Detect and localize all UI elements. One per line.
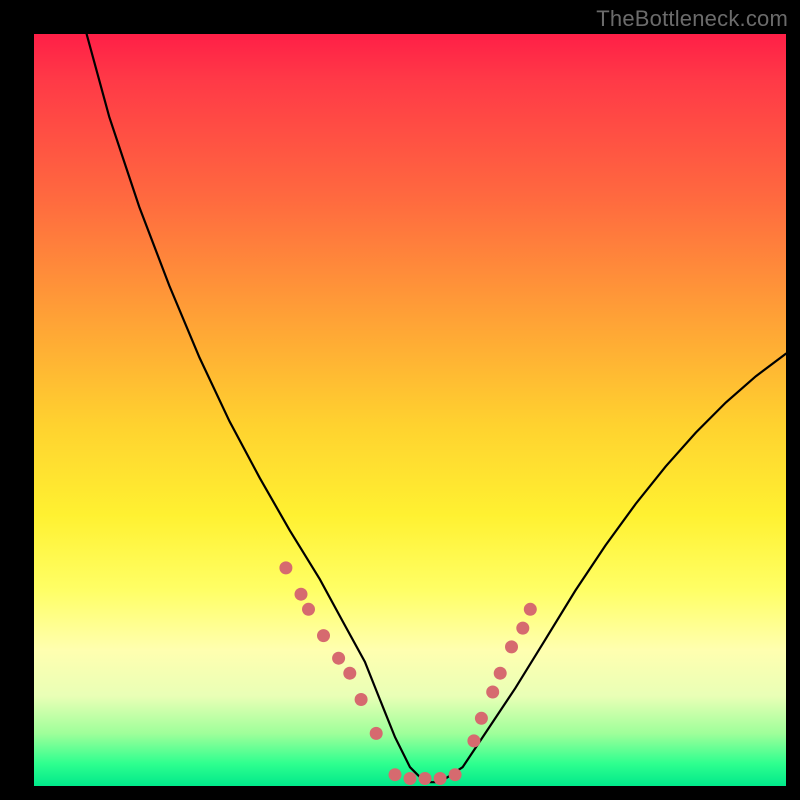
- marker-dot: [404, 772, 417, 785]
- marker-dot: [302, 603, 315, 616]
- marker-dot: [279, 561, 292, 574]
- marker-dot: [449, 768, 462, 781]
- marker-dot: [505, 640, 518, 653]
- marker-dot: [516, 622, 529, 635]
- marker-dot: [389, 768, 402, 781]
- marker-dot: [370, 727, 383, 740]
- marker-dot: [295, 588, 308, 601]
- chart-frame: TheBottleneck.com: [0, 0, 800, 800]
- marker-dots: [279, 561, 536, 785]
- marker-dot: [494, 667, 507, 680]
- marker-dot: [332, 652, 345, 665]
- marker-dot: [317, 629, 330, 642]
- bottleneck-curve: [87, 34, 786, 782]
- marker-dot: [475, 712, 488, 725]
- marker-dot: [467, 734, 480, 747]
- chart-svg: [34, 34, 786, 786]
- marker-dot: [434, 772, 447, 785]
- marker-dot: [419, 772, 432, 785]
- marker-dot: [343, 667, 356, 680]
- plot-area: [34, 34, 786, 786]
- watermark-text: TheBottleneck.com: [596, 6, 788, 32]
- marker-dot: [486, 686, 499, 699]
- marker-dot: [355, 693, 368, 706]
- marker-dot: [524, 603, 537, 616]
